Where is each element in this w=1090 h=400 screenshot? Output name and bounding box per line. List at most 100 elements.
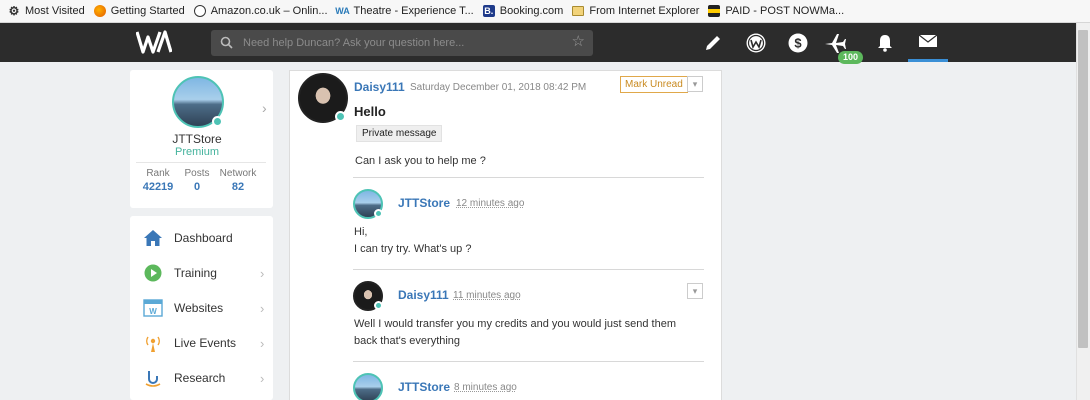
sidebar-item-websites[interactable]: W Websites ›	[130, 291, 273, 325]
bookmark-amazon[interactable]: Amazon.co.uk – Onlin...	[193, 5, 328, 17]
search-input[interactable]	[243, 33, 563, 53]
bookmark-paid[interactable]: PAID - POST NOWMa...	[708, 5, 844, 17]
stat-posts[interactable]: Posts 0	[175, 168, 219, 193]
stat-label: Network	[219, 168, 257, 179]
firefox-icon	[93, 5, 106, 17]
top-navbar: ☆ $ 100	[0, 23, 1076, 64]
stat-label: Rank	[146, 168, 170, 179]
websites-icon: W	[143, 298, 163, 318]
divider	[353, 361, 704, 362]
sidebar-item-training[interactable]: Training ›	[130, 256, 273, 290]
bell-icon[interactable]	[865, 23, 905, 62]
divider	[136, 162, 266, 163]
svg-text:W: W	[149, 307, 157, 316]
wa-logo-icon[interactable]	[136, 29, 172, 55]
svg-text:$: $	[794, 35, 802, 50]
message-timestamp: Saturday December 01, 2018 08:42 PM	[410, 82, 587, 93]
stat-label: Posts	[184, 168, 210, 179]
reply-author[interactable]: Daisy111	[398, 288, 449, 302]
bookmark-label: From Internet Explorer	[589, 5, 700, 17]
message-thread: Daisy111 Saturday December 01, 2018 08:4…	[289, 70, 722, 400]
reply-body-line: Well I would transfer you my credits and…	[354, 318, 677, 330]
sidebar-item-label: Live Events	[174, 336, 237, 350]
star-icon[interactable]: ☆	[572, 34, 585, 50]
divider	[353, 177, 704, 178]
globe-icon	[193, 5, 206, 17]
profile-card: › JTTStore Premium Rank 42219 Posts 0 Ne…	[130, 70, 273, 208]
gear-icon: ⚙	[8, 4, 20, 18]
reply-body-line: Hi,	[354, 226, 368, 238]
reply-body-line: I can try try. What's up ?	[354, 243, 472, 255]
message-options-button[interactable]: ▾	[687, 76, 703, 92]
live-events-icon	[143, 333, 163, 353]
stat-value: 82	[231, 181, 245, 193]
membership-level: Premium	[174, 146, 219, 158]
message-body: Can I ask you to help me ?	[355, 155, 486, 167]
bookmark-folder-ie[interactable]: From Internet Explorer	[572, 5, 699, 17]
sidebar-item-label: Dashboard	[174, 231, 233, 245]
private-message-tag: Private message	[356, 125, 443, 142]
page-scrollbar-thumb[interactable]	[1078, 30, 1088, 348]
paid-icon	[708, 5, 721, 17]
reply-avatar[interactable]	[353, 373, 383, 400]
chevron-down-icon: ▾	[692, 285, 698, 296]
sidebar-item-label: Research	[174, 371, 226, 385]
chevron-right-icon: ›	[260, 265, 265, 281]
wa-icon: WA	[335, 6, 350, 16]
reply-time: 12 minutes ago	[456, 198, 525, 209]
stat-value: 0	[193, 181, 201, 193]
stat-rank[interactable]: Rank 42219	[136, 168, 180, 193]
play-icon	[143, 263, 163, 283]
online-status-icon	[374, 209, 383, 218]
folder-icon	[572, 6, 585, 16]
bookmark-label: Most Visited	[25, 5, 85, 17]
stat-network[interactable]: Network 82	[216, 168, 260, 193]
profile-name[interactable]: JTTStore	[130, 132, 264, 146]
sidebar-item-live-events[interactable]: Live Events ›	[130, 326, 273, 360]
bookmark-booking[interactable]: B. Booking.com	[482, 5, 564, 17]
chevron-down-icon: ▾	[692, 78, 698, 89]
sidebar-item-label: Websites	[174, 301, 224, 315]
pencil-icon[interactable]	[693, 23, 733, 62]
bookmark-label: Booking.com	[499, 5, 564, 17]
chevron-right-icon[interactable]: ›	[262, 100, 267, 116]
message-subject: Hello	[354, 104, 386, 119]
sidebar-menu: Dashboard Training › W Websites › Live E…	[130, 216, 273, 400]
sidebar-item-research[interactable]: Research ›	[130, 361, 273, 395]
mail-icon[interactable]	[908, 23, 948, 62]
online-status-icon	[335, 111, 346, 122]
reply-author[interactable]: JTTStore	[398, 380, 450, 394]
wa-coin-icon[interactable]	[736, 23, 776, 62]
divider	[353, 269, 704, 270]
online-status-icon	[212, 116, 223, 127]
sidebar-item-label: Training	[174, 266, 217, 280]
mark-unread-button[interactable]: Mark Unread	[620, 76, 688, 93]
search-icon	[220, 36, 233, 49]
online-status-icon	[374, 301, 383, 310]
dollar-icon[interactable]: $	[778, 23, 818, 62]
reply-time: 11 minutes ago	[453, 290, 521, 301]
booking-icon: B.	[482, 5, 495, 17]
notification-badge: 100	[838, 51, 864, 64]
bookmark-getting-started[interactable]: Getting Started	[93, 5, 185, 17]
chevron-right-icon: ›	[260, 370, 265, 386]
sidebar-item-dashboard[interactable]: Dashboard	[130, 221, 273, 255]
bookmark-label: Getting Started	[110, 5, 185, 17]
stat-value: 42219	[142, 181, 174, 193]
bookmark-label: Amazon.co.uk – Onlin...	[210, 5, 328, 17]
bookmark-label: Theatre - Experience T...	[353, 5, 474, 17]
bookmark-theatre[interactable]: WA Theatre - Experience T...	[335, 5, 474, 17]
reply-body-line: back that's everything	[354, 335, 461, 347]
search-bar: ☆	[211, 30, 593, 56]
bookmarks-toolbar: ⚙ Most Visited Getting Started Amazon.co.…	[0, 0, 1090, 23]
reply-time: 8 minutes ago	[454, 382, 517, 393]
bookmark-most-visited[interactable]: ⚙ Most Visited	[8, 4, 85, 18]
chevron-right-icon: ›	[260, 335, 265, 351]
message-author[interactable]: Daisy111	[354, 80, 405, 94]
reply-author[interactable]: JTTStore	[398, 196, 450, 210]
bookmark-label: PAID - POST NOWMa...	[725, 5, 845, 17]
research-icon	[143, 368, 163, 388]
reply-options-button[interactable]: ▾	[687, 283, 703, 299]
chevron-right-icon: ›	[260, 300, 265, 316]
home-icon	[143, 228, 163, 248]
